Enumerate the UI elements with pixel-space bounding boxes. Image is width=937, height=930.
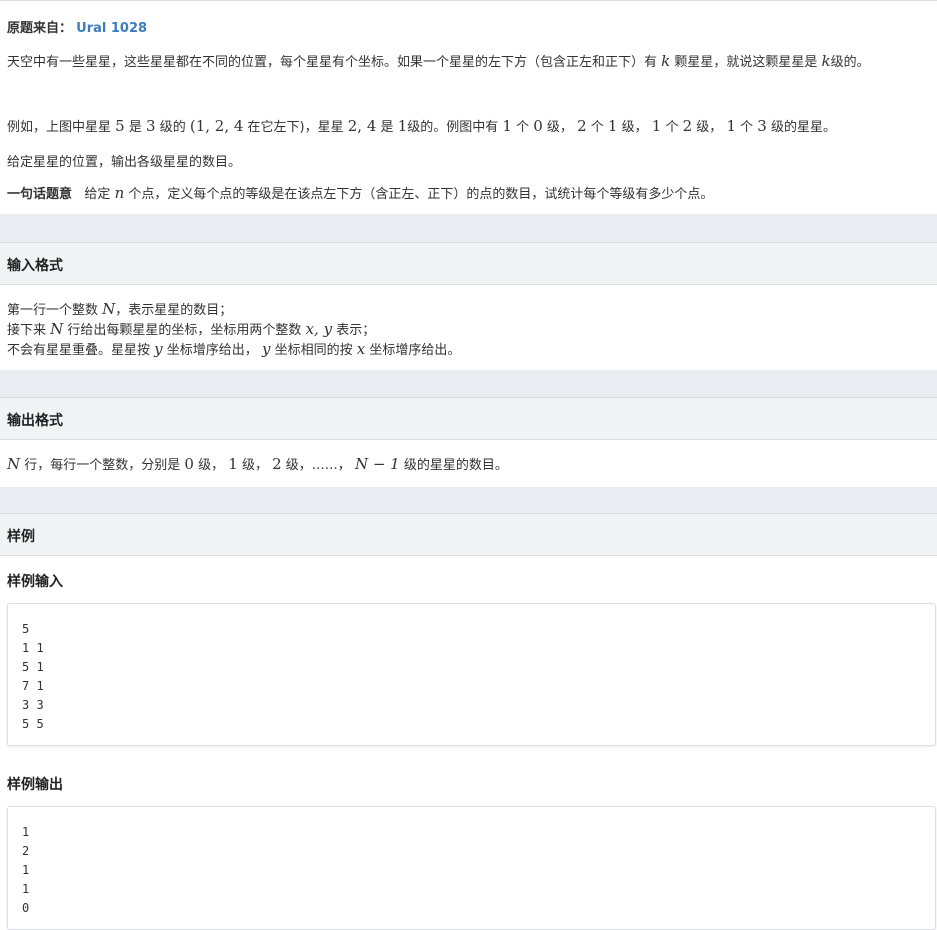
input-section-title: 输入格式 <box>7 258 63 274</box>
sample-input-label: 样例输入 <box>7 574 63 590</box>
source-label: 原题来自： <box>7 21 73 36</box>
section-spacer <box>0 370 937 397</box>
sample-section-header: 样例 <box>0 513 937 556</box>
sample-input-box[interactable]: 5 1 1 5 1 7 1 3 3 5 5 <box>7 603 936 746</box>
input-line-3: 不会有星星重叠。星星按 y 坐标增序给出， y 坐标相同的按 x 坐标增序给出。 <box>7 340 461 358</box>
summary-line: 一句话题意 给定 n 个点，定义每个点的等级是在该点左下方（含正左、正下）的点的… <box>7 184 714 202</box>
input-section-header: 输入格式 <box>0 242 937 285</box>
output-section-header: 输出格式 <box>0 397 937 440</box>
source-line: 原题来自： Ural 1028 <box>7 17 147 36</box>
section-spacer <box>0 487 937 513</box>
sample-output-label: 样例输出 <box>7 777 63 793</box>
sample-section-title: 样例 <box>7 529 35 545</box>
intro-paragraph-1: 天空中有一些星星，这些星星都在不同的位置，每个星星有个坐标。如果一个星星的左下方… <box>7 52 870 70</box>
intro-paragraph-2: 例如，上图中星星 5 是 3 级的 (1, 2, 4 在它左下)，星星 2, 4… <box>7 117 836 135</box>
input-line-2: 接下来 N 行给出每颗星星的坐标，坐标用两个整数 x, y 表示； <box>7 320 376 338</box>
summary-label: 一句话题意 <box>7 187 73 202</box>
problem-page: 原题来自： Ural 1028 天空中有一些星星，这些星星都在不同的位置，每个星… <box>0 0 937 930</box>
output-description: N 行，每行一个整数，分别是 0 级， 1 级， 2 级，……， N − 1 级… <box>7 455 508 473</box>
input-line-1: 第一行一个整数 N，表示星星的数目； <box>7 300 233 318</box>
intro-paragraph-3: 给定星星的位置，输出各级星星的数目。 <box>7 155 242 170</box>
source-link[interactable]: Ural 1028 <box>76 21 147 36</box>
output-section-title: 输出格式 <box>7 413 63 429</box>
sample-output-box[interactable]: 1 2 1 1 0 <box>7 806 936 930</box>
section-spacer <box>0 214 937 242</box>
sample-input-code[interactable]: 5 1 1 5 1 7 1 3 3 5 5 <box>22 620 44 734</box>
sample-output-code[interactable]: 1 2 1 1 0 <box>22 823 29 918</box>
